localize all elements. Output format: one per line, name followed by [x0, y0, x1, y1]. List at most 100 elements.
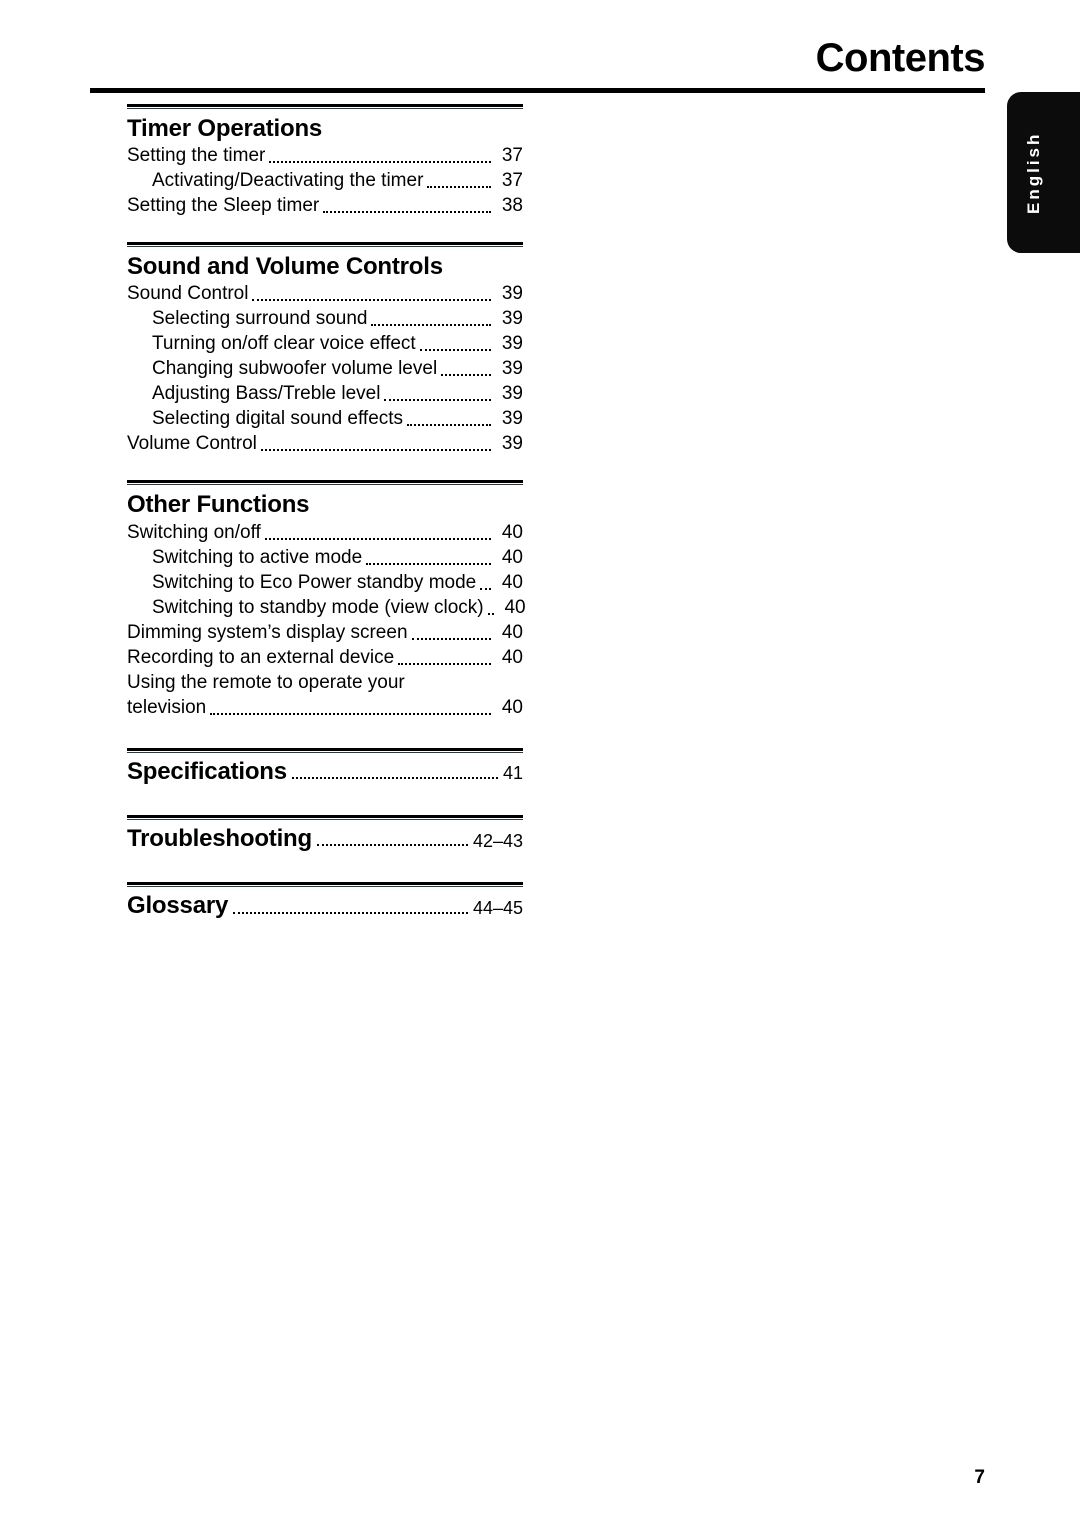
toc-entry[interactable]: Switching on/off 40	[127, 520, 523, 545]
page-number: 7	[974, 1467, 985, 1488]
toc-entry-label: Switching to Eco Power standby mode	[152, 571, 477, 593]
toc-entry-page: 44–45	[472, 897, 523, 918]
toc-entry-page: 39	[501, 308, 523, 330]
section-title: Timer Operations	[127, 115, 323, 142]
toc-entry[interactable]: Turning on/off clear voice effect 39	[127, 331, 523, 356]
section-divider	[127, 104, 523, 109]
toc-entry[interactable]: Switching to Eco Power standby mode 40	[127, 570, 523, 595]
toc-entry-label: Using the remote to operate your	[127, 671, 405, 693]
dot-leader	[366, 562, 491, 565]
toc-entry-label: Selecting surround sound	[152, 308, 368, 330]
dot-leader	[269, 160, 491, 164]
dot-leader	[427, 185, 491, 189]
dot-leader	[371, 323, 491, 327]
toc-entry-page: 39	[501, 383, 523, 405]
toc-entry[interactable]: Switching to standby mode (view clock) 40	[127, 595, 526, 620]
toc-entry[interactable]: Selecting surround sound 39	[127, 306, 523, 331]
dot-leader	[260, 448, 491, 452]
toc-entry-page: 39	[501, 333, 523, 355]
toc-entry[interactable]: Setting the Sleep timer 38	[127, 193, 523, 218]
dot-leader	[409, 689, 491, 690]
toc-entry-page: 39	[501, 433, 523, 455]
section-divider	[127, 242, 523, 248]
toc-entry[interactable]: television 40	[127, 695, 523, 720]
toc-section: Sound and Volume Controls Sound Control 39…	[127, 242, 523, 456]
toc-entry-page: 40	[501, 621, 523, 643]
language-tab: English	[1007, 92, 1080, 253]
toc-section: Troubleshooting 42–43	[127, 814, 523, 852]
toc-entry[interactable]: Volume Control 39	[127, 431, 523, 456]
toc-entry-page: 42–43	[472, 830, 523, 851]
table-of-contents: Timer Operations Setting the timer 37 Activ…	[127, 104, 526, 950]
section-title: Glossary	[127, 892, 229, 920]
toc-entry[interactable]: Adjusting Bass/Treble level 39	[127, 381, 523, 406]
dot-leader	[264, 537, 491, 540]
dot-leader	[419, 348, 491, 352]
section-title: Troubleshooting	[127, 824, 312, 852]
toc-entry-page: 40	[501, 546, 523, 568]
toc-entry-page: 37	[501, 170, 523, 192]
section-divider	[127, 747, 523, 753]
toc-entry-label: Volume Control	[127, 433, 257, 455]
dot-leader	[291, 776, 498, 779]
dot-leader	[323, 210, 491, 214]
toc-entry-page: 40	[501, 696, 523, 718]
toc-entry[interactable]: Activating/Deactivating the timer 37	[127, 168, 523, 193]
dot-leader	[480, 587, 491, 590]
toc-entry-label: television	[127, 696, 207, 718]
toc-entry[interactable]: Using the remote to operate your	[127, 670, 523, 695]
toc-entry-label: Dimming system’s display screen	[127, 621, 408, 643]
toc-entry-label: Changing subwoofer volume level	[152, 358, 438, 380]
dot-leader	[384, 398, 491, 402]
toc-entry[interactable]: Changing subwoofer volume level 39	[127, 356, 523, 381]
toc-entry-page: 40	[504, 596, 526, 618]
dot-leader	[316, 843, 468, 847]
dot-leader	[233, 911, 468, 914]
toc-entry-label: Turning on/off clear voice effect	[152, 333, 416, 355]
toc-entry-page: 39	[501, 283, 523, 305]
language-tab-label: English	[1024, 131, 1043, 214]
toc-entry-label: Switching to active mode	[152, 546, 363, 568]
toc-entry-label: Selecting digital sound effects	[152, 408, 404, 430]
toc-entry[interactable]: Dimming system’s display screen 40	[127, 620, 523, 645]
section-title: Sound and Volume Controls	[127, 253, 443, 281]
header-divider	[90, 88, 985, 93]
dot-leader	[441, 373, 491, 377]
section-divider	[127, 814, 523, 820]
toc-entry-page: 39	[501, 358, 523, 380]
dot-leader	[407, 423, 491, 427]
toc-entry[interactable]: Recording to an external device 40	[127, 645, 523, 670]
dot-leader	[398, 662, 491, 665]
dot-leader	[210, 712, 491, 715]
toc-entry[interactable]: Specifications 41	[127, 757, 523, 785]
toc-entry-label: Adjusting Bass/Treble level	[152, 383, 381, 405]
toc-entry-page: 38	[501, 195, 523, 217]
dot-leader	[487, 612, 494, 615]
section-title: Other Functions	[127, 491, 310, 519]
toc-entry-page: 39	[501, 408, 523, 430]
dot-leader	[252, 298, 491, 302]
toc-entry-page: 37	[501, 145, 523, 167]
toc-entry[interactable]: Glossary 44–45	[127, 892, 523, 920]
section-divider	[127, 480, 523, 486]
toc-entry[interactable]: Sound Control 39	[127, 281, 523, 306]
toc-entry-label: Recording to an external device	[127, 646, 395, 668]
toc-entry[interactable]: Selecting digital sound effects 39	[127, 406, 523, 431]
toc-entry-label: Sound Control	[127, 283, 249, 305]
dot-leader	[411, 637, 491, 640]
toc-entry-label: Activating/Deactivating the timer	[152, 170, 424, 192]
page-title: Contents	[815, 36, 986, 80]
toc-entry-page: 41	[502, 763, 523, 784]
toc-entry[interactable]: Setting the timer 37	[127, 143, 523, 168]
toc-entry-page: 40	[501, 521, 523, 543]
toc-entry-page: 40	[501, 571, 523, 593]
toc-entry[interactable]: Troubleshooting 42–43	[127, 824, 523, 852]
toc-section: Glossary 44–45	[127, 882, 523, 919]
toc-entry[interactable]: Switching to active mode 40	[127, 545, 523, 570]
toc-section: Specifications 41	[127, 747, 523, 785]
section-divider	[127, 882, 523, 888]
section-title: Specifications	[127, 757, 287, 785]
toc-entry-label: Setting the timer	[127, 145, 266, 167]
toc-entry-label: Switching to standby mode (view clock)	[152, 596, 484, 618]
toc-section: Other Functions Switching on/off 40 Switchi…	[127, 480, 526, 720]
